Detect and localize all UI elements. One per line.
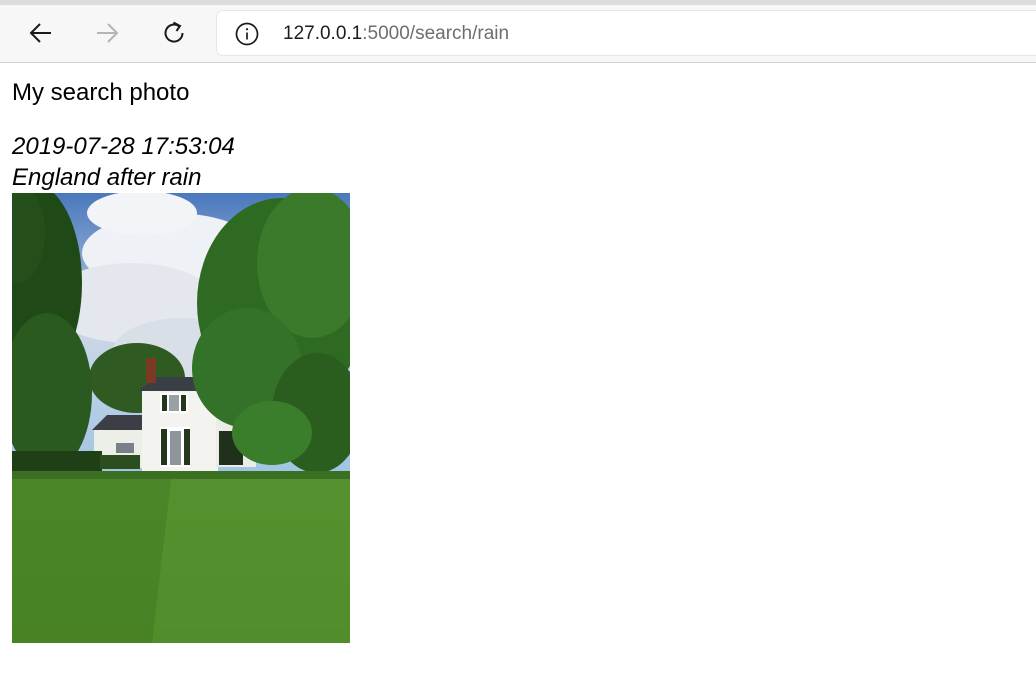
browser-toolbar: 127.0.0.1:5000/search/rain — [0, 0, 1036, 63]
arrow-right-icon — [97, 23, 119, 43]
arrow-left-icon — [29, 23, 51, 43]
info-circle-icon[interactable] — [235, 22, 259, 46]
url-host: 127.0.0.1 — [283, 23, 363, 44]
reload-icon — [164, 21, 184, 43]
photo-caption: England after rain — [12, 164, 202, 191]
back-button[interactable] — [25, 17, 57, 49]
reload-button[interactable] — [158, 17, 190, 49]
url-path: :5000/search/rain — [362, 23, 510, 44]
url-text[interactable]: 127.0.0.1:5000/search/rain — [283, 23, 509, 45]
photo-image — [12, 193, 350, 643]
page-title: My search photo — [12, 79, 190, 106]
address-bar[interactable]: 127.0.0.1:5000/search/rain — [217, 11, 1036, 55]
photo-date: 2019-07-28 17:53:04 — [12, 133, 235, 160]
forward-button[interactable] — [91, 17, 123, 49]
